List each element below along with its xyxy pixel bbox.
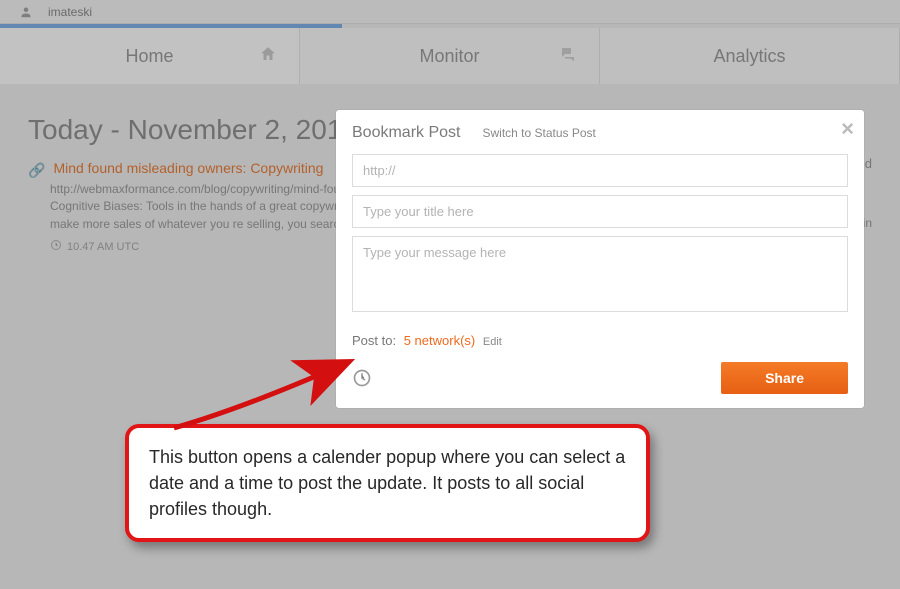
username[interactable]: imateski — [48, 5, 92, 19]
postto-row: Post to: 5 network(s) Edit — [352, 333, 848, 348]
share-button[interactable]: Share — [721, 362, 848, 394]
link-icon: 🔗 — [28, 162, 45, 179]
tab-monitor[interactable]: Monitor — [300, 28, 600, 84]
post-title[interactable]: Mind found misleading owners: Copywritin… — [53, 160, 323, 179]
home-icon — [259, 45, 277, 68]
tab-home-label: Home — [125, 46, 173, 67]
chat-icon — [559, 45, 577, 68]
tab-monitor-label: Monitor — [419, 46, 479, 67]
annotation-text: This button opens a calender popup where… — [149, 447, 625, 519]
tab-analytics-label: Analytics — [713, 46, 785, 67]
edit-networks-link[interactable]: Edit — [483, 336, 502, 348]
postto-label: Post to: — [352, 333, 396, 348]
bookmark-post-modal: × Bookmark Post Switch to Status Post Po… — [336, 110, 864, 408]
url-input[interactable] — [352, 154, 848, 187]
tab-home[interactable]: Home — [0, 28, 300, 84]
user-icon — [20, 6, 32, 18]
annotation-callout: This button opens a calender popup where… — [125, 424, 650, 542]
modal-title: Bookmark Post — [352, 124, 460, 142]
networks-count[interactable]: 5 network(s) — [404, 333, 476, 348]
schedule-icon[interactable] — [352, 368, 372, 388]
tab-analytics[interactable]: Analytics — [600, 28, 900, 84]
nav-tabs: Home Monitor Analytics — [0, 28, 900, 84]
user-bar: imateski — [0, 0, 900, 24]
clock-icon — [50, 239, 62, 254]
switch-to-status-link[interactable]: Switch to Status Post — [482, 126, 595, 140]
close-icon[interactable]: × — [841, 118, 854, 140]
title-input[interactable] — [352, 195, 848, 228]
post-time: 10.47 AM UTC — [67, 241, 139, 253]
message-input[interactable] — [352, 236, 848, 312]
